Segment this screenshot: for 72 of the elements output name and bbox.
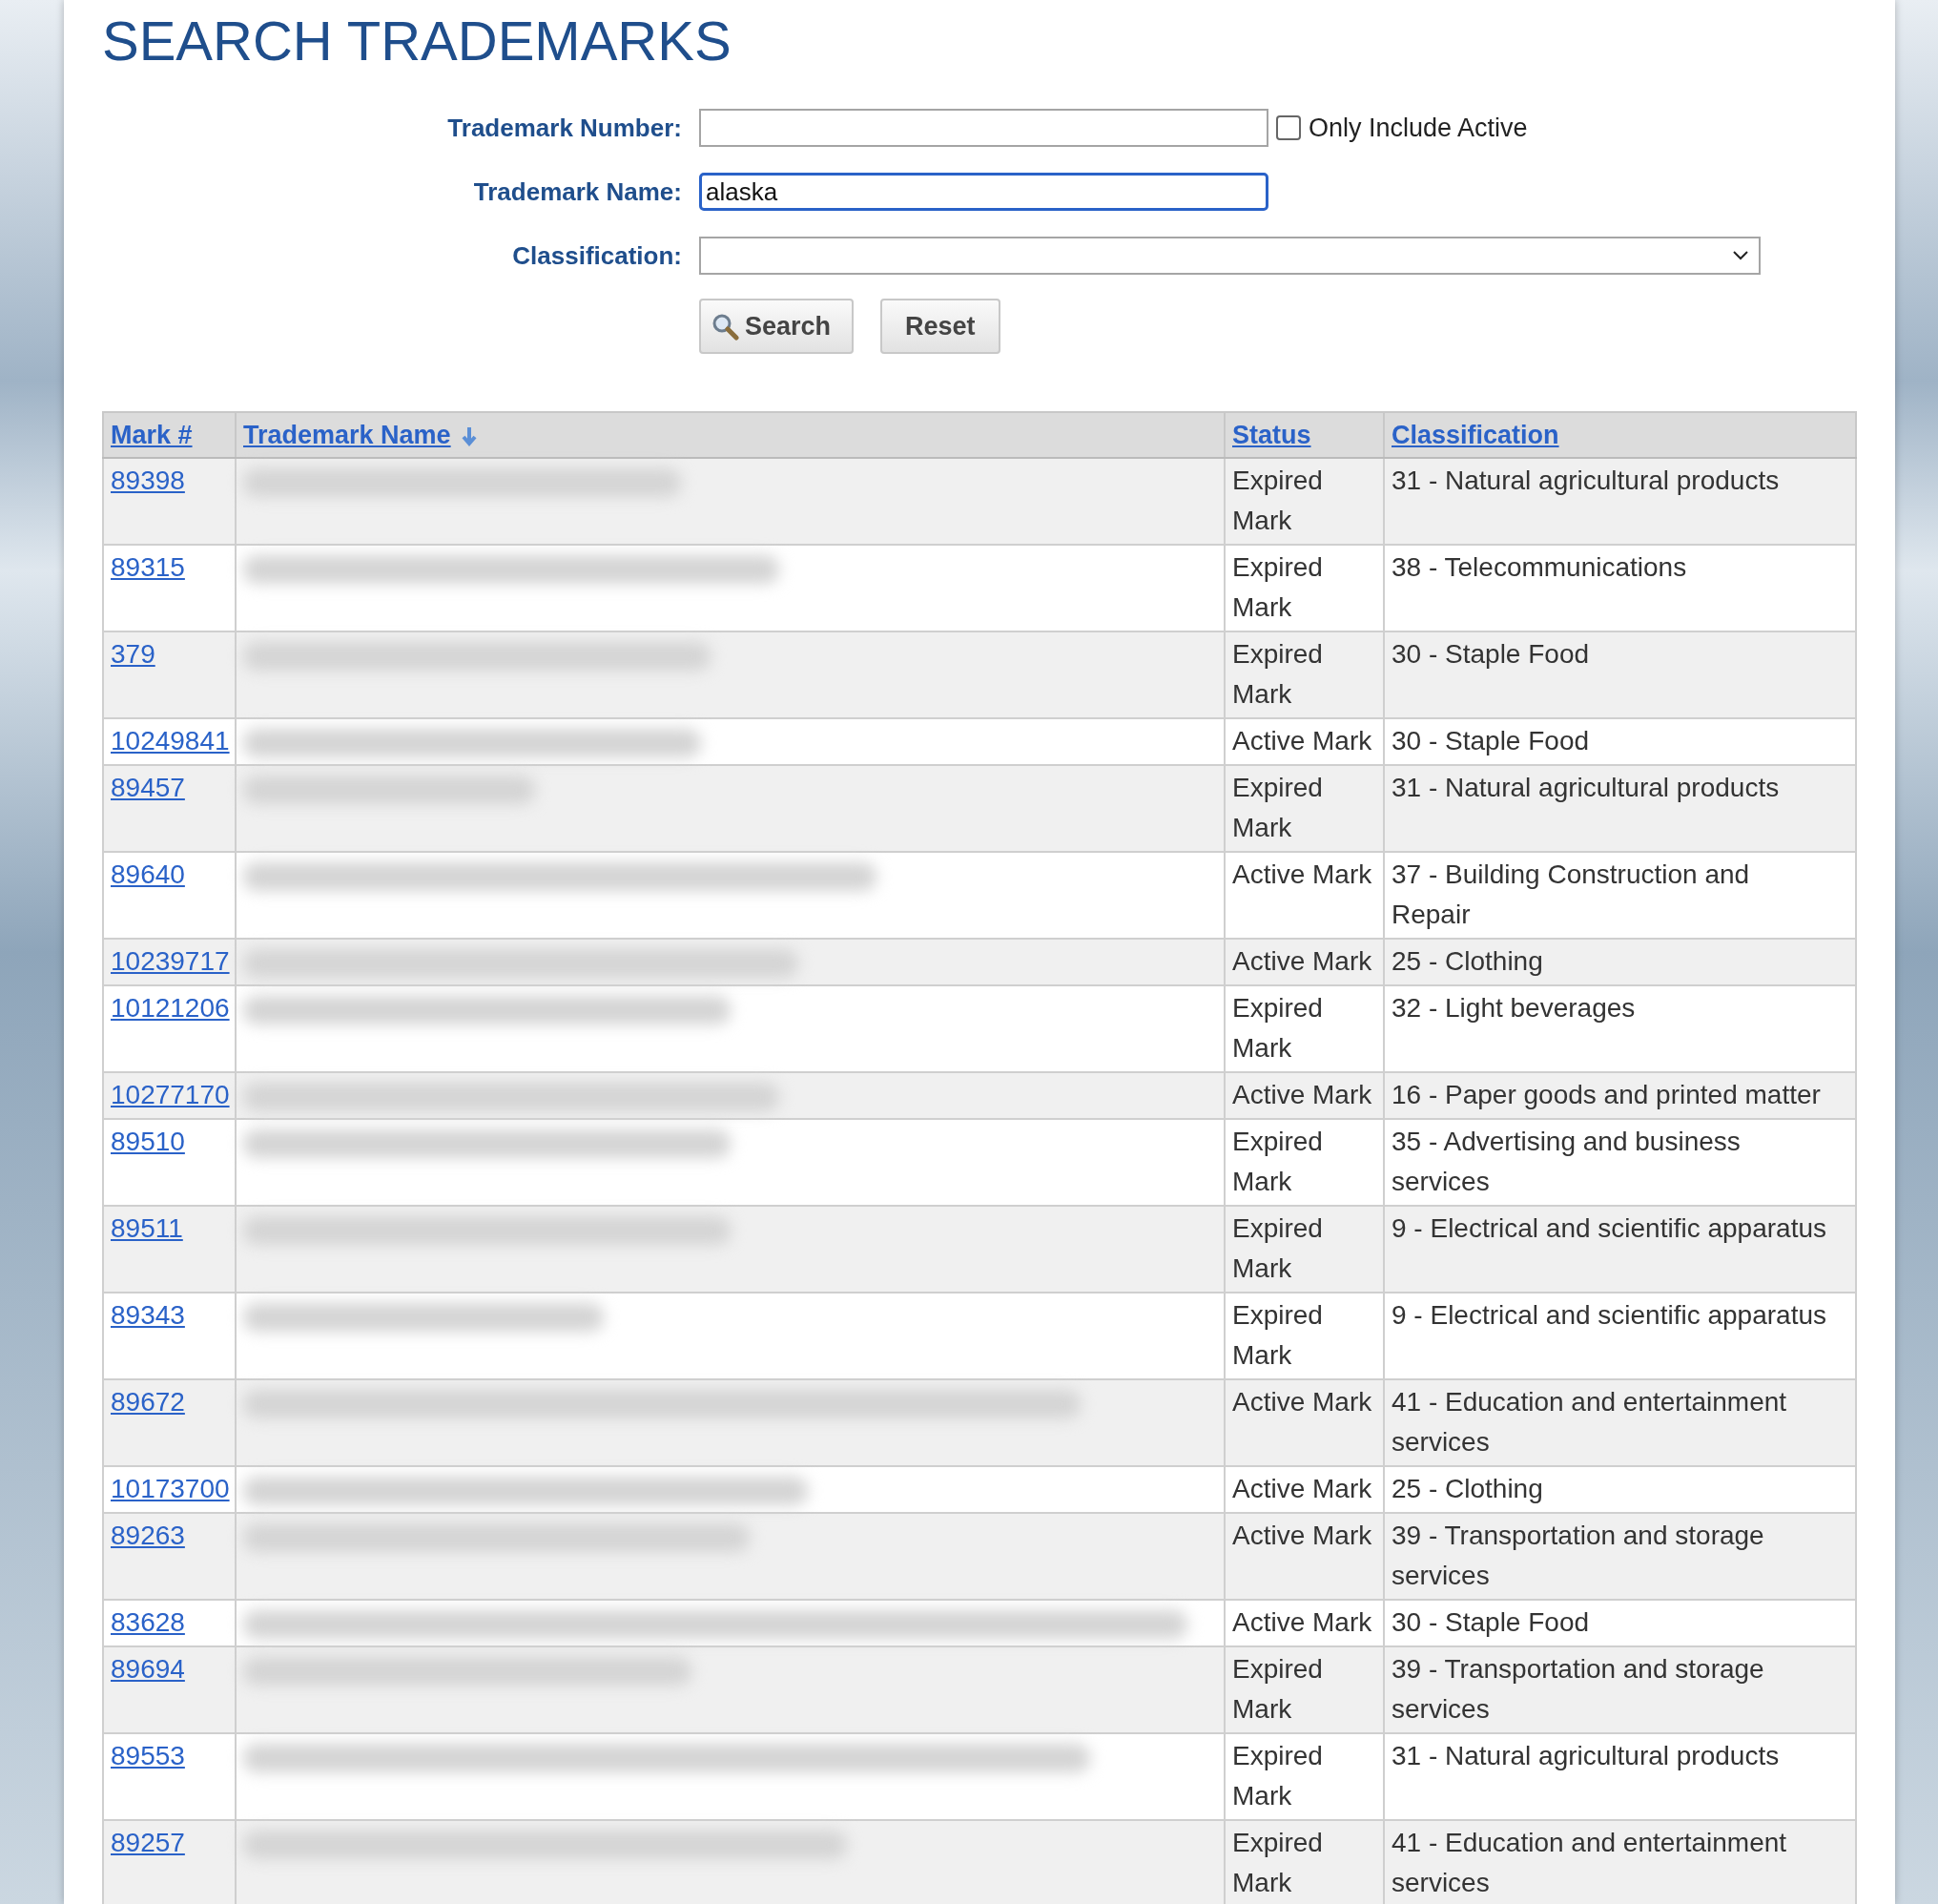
classification-text: 31 - Natural agricultural products [1392,1741,1780,1770]
status-text: Expired Mark [1232,1654,1323,1724]
column-header-link[interactable]: Trademark Name [243,421,478,450]
status-text: Active Mark [1232,859,1372,889]
reset-button[interactable]: Reset [880,299,1000,354]
mark-number-link[interactable]: 89263 [111,1521,185,1550]
classification-text: 16 - Paper goods and printed matter [1392,1080,1821,1109]
search-button[interactable]: Search [699,299,855,354]
mark-number-link[interactable]: 89398 [111,466,185,495]
mark-number-link[interactable]: 10239717 [111,946,230,976]
classification-text: 30 - Staple Food [1392,1607,1590,1637]
mark-number-link[interactable]: 89640 [111,859,185,889]
classification-text: 38 - Telecommunications [1392,552,1687,582]
field-label: Trademark Name: [472,176,682,207]
classification-text: 25 - Clothing [1392,946,1543,976]
classification-text: 25 - Clothing [1392,1474,1543,1503]
status-text: Active Mark [1232,1080,1372,1109]
status-text: Active Mark [1232,1521,1372,1550]
trademark-number-field[interactable] [699,109,1268,147]
status-text: Active Mark [1232,1387,1372,1417]
field-label: Classification: [511,240,682,271]
classification-text: 9 - Electrical and scientific apparatus [1392,1213,1826,1243]
status-text: Active Mark [1232,1474,1372,1503]
status-text: Expired Mark [1232,1300,1323,1370]
classification-text: 32 - Light beverages [1392,993,1636,1023]
trademark-name-field[interactable]: alaska [699,173,1268,211]
mark-number-link[interactable]: 89672 [111,1387,185,1417]
mark-number-link[interactable]: 10121206 [111,993,230,1023]
sort-down-arrow-icon [460,424,478,448]
mark-number-link[interactable]: 10173700 [111,1474,230,1503]
classification-text: 30 - Staple Food [1392,726,1590,755]
status-text: Active Mark [1232,1607,1372,1637]
classification-text: 39 - Transportation and storage services [1392,1654,1764,1724]
mark-number-link[interactable]: 89343 [111,1300,185,1330]
classification-text: 31 - Natural agricultural products [1392,466,1780,495]
mark-number-link[interactable]: 89553 [111,1741,185,1770]
mark-number-link[interactable]: 89510 [111,1127,185,1156]
mark-number-link[interactable]: 10277170 [111,1080,230,1109]
mark-number-link[interactable]: 379 [111,639,155,669]
mark-number-link[interactable]: 10249841 [111,726,230,755]
classification-select[interactable] [699,237,1761,275]
classification-text: 31 - Natural agricultural products [1392,773,1780,802]
classification-text: 35 - Advertising and business services [1392,1127,1741,1196]
classification-text: 41 - Education and entertainment services [1392,1828,1787,1897]
classification-text: 30 - Staple Food [1392,639,1590,669]
mark-number-link[interactable]: 89257 [111,1828,185,1857]
status-text: Expired Mark [1232,993,1323,1063]
chevron-down-icon [1732,250,1749,261]
classification-text: 39 - Transportation and storage services [1392,1521,1764,1590]
classification-text: 37 - Building Construction and Repair [1392,859,1750,929]
mark-number-link[interactable]: 89457 [111,773,185,802]
search-icon [711,312,739,341]
status-text: Expired Mark [1232,552,1323,622]
checkbox[interactable] [1276,115,1301,140]
status-text: Active Mark [1232,726,1372,755]
status-text: Expired Mark [1232,1828,1323,1897]
classification-text: 41 - Education and entertainment services [1392,1387,1787,1457]
checkbox-label: Only Include Active [1309,113,1528,143]
status-text: Expired Mark [1232,1127,1323,1196]
status-text: Expired Mark [1232,1741,1323,1811]
mark-number-link[interactable]: 89694 [111,1654,185,1684]
field-label: Trademark Number: [446,113,682,143]
mark-number-link[interactable]: 89511 [111,1213,183,1243]
mark-number-link[interactable]: 83628 [111,1607,185,1637]
status-text: Active Mark [1232,946,1372,976]
classification-text: 9 - Electrical and scientific apparatus [1392,1300,1826,1330]
status-text: Expired Mark [1232,639,1323,709]
status-text: Expired Mark [1232,773,1323,842]
page-title: SEARCH TRADEMARKS [102,9,732,73]
mark-number-link[interactable]: 89315 [111,552,185,582]
status-text: Expired Mark [1232,1213,1323,1283]
status-text: Expired Mark [1232,466,1323,535]
